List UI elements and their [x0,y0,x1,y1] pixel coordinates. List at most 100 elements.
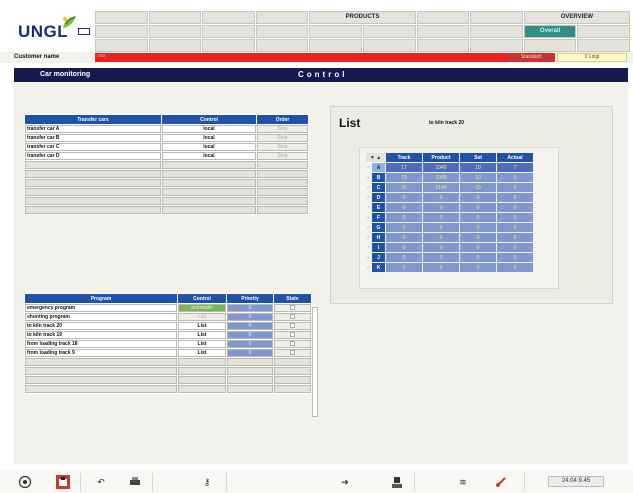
user-field[interactable]: 0 Lingl [557,53,627,62]
header-slot[interactable] [95,39,148,52]
header-slot[interactable] [362,25,416,38]
list-set-cell[interactable]: 0 [460,203,496,212]
control-mode-select[interactable]: local [162,143,256,151]
row-label[interactable]: B [372,173,385,182]
control-mode-select[interactable]: List [178,313,226,321]
state-cell[interactable] [274,340,311,348]
list-track-cell[interactable]: 0 [386,243,422,252]
control-mode-select[interactable]: List [178,349,226,357]
list-product-cell[interactable]: 2149 [423,183,459,192]
sort-up-icon[interactable]: ▲ [376,155,381,161]
row-label[interactable]: I [372,243,385,252]
list-actual-cell[interactable]: 0 [497,263,533,272]
control-mode-select[interactable]: local [162,134,256,142]
list-track-cell[interactable]: 17 [386,163,422,172]
list-set-cell[interactable]: 10 [460,173,496,182]
state-checkbox[interactable] [290,323,295,329]
list-product-cell[interactable]: 0 [423,213,459,222]
undo-icon[interactable]: ↶ [94,475,108,489]
header-slot[interactable] [523,39,577,52]
row-label[interactable]: F [372,213,385,222]
state-cell[interactable] [274,331,311,339]
row-check-icon[interactable]: ✓ [366,223,371,232]
list-product-cell[interactable]: 0 [423,263,459,272]
state-cell[interactable] [274,322,311,330]
header-slot[interactable] [470,39,523,52]
list-product-cell[interactable]: 0 [423,253,459,262]
list-track-cell[interactable]: 0 [386,213,422,222]
state-checkbox[interactable] [290,350,295,356]
header-slot[interactable] [470,11,523,24]
list-product-cell[interactable]: 0 [423,233,459,242]
control-mode-select[interactable]: List [178,340,226,348]
program-scrollbar[interactable] [312,307,318,417]
print-icon[interactable] [128,475,142,489]
header-slot[interactable] [255,25,309,38]
state-checkbox[interactable] [290,305,295,311]
list-product-cell[interactable]: 0 [423,203,459,212]
state-checkbox[interactable] [290,341,295,347]
key-icon[interactable]: ⚷ [200,475,214,489]
list-actual-cell[interactable]: 0 [497,213,533,222]
row-label[interactable]: E [372,203,385,212]
list-actual-cell[interactable]: 0 [497,173,533,182]
alarm-icon[interactable] [56,475,70,489]
list-set-cell[interactable]: 0 [460,223,496,232]
settings-icon[interactable] [494,475,508,489]
header-slot[interactable] [416,11,470,24]
control-mode-select[interactable]: local [162,125,256,133]
header-slot[interactable] [309,39,362,52]
list-set-cell[interactable]: 0 [460,263,496,272]
list-set-cell[interactable]: 0 [460,213,496,222]
row-label[interactable]: G [372,223,385,232]
list-product-cell[interactable]: 1049 [423,163,459,172]
row-check-icon[interactable]: ✓ [366,243,371,252]
header-slot[interactable] [577,39,630,52]
help-icon[interactable] [18,475,32,489]
list-actual-cell[interactable]: 0 [497,183,533,192]
list-actual-cell[interactable]: 0 [497,253,533,262]
control-mode-select[interactable]: automatic [178,304,226,312]
header-slot[interactable] [202,25,255,38]
list-track-cell[interactable]: 0 [386,193,422,202]
sort-controls[interactable]: ▼ ▲ [366,153,385,162]
list-product-cell[interactable]: 0 [423,193,459,202]
control-mode-select[interactable]: List [178,331,226,339]
row-label[interactable]: H [372,233,385,242]
stop-button[interactable]: Stop [257,143,308,151]
header-slot[interactable] [148,25,202,38]
user-icon[interactable] [390,475,404,489]
state-checkbox[interactable] [290,332,295,338]
row-check-icon[interactable]: ✓ [366,163,371,172]
state-checkbox[interactable] [290,314,295,320]
header-slot[interactable] [470,25,523,38]
list-actual-cell[interactable]: 0 [497,233,533,242]
list-track-cell[interactable]: 20 [386,183,422,192]
row-check-icon[interactable]: ✓ [366,233,371,242]
priority-field[interactable]: 0 [227,331,273,339]
list-track-cell[interactable]: 0 [386,253,422,262]
language-icon[interactable]: ≋ [456,475,470,489]
list-set-cell[interactable]: 0 [460,193,496,202]
header-slot[interactable] [95,25,148,38]
list-set-cell[interactable]: 0 [460,253,496,262]
header-slot[interactable] [255,11,309,24]
overall-button[interactable]: Overall [523,25,577,38]
list-actual-cell[interactable]: 0 [497,243,533,252]
list-product-cell[interactable]: 1049 [423,173,459,182]
list-product-cell[interactable]: 0 [423,243,459,252]
priority-field[interactable]: 0 [227,322,273,330]
row-label[interactable]: D [372,193,385,202]
priority-field[interactable]: 0 [227,313,273,321]
row-check-icon[interactable]: ✓ [366,203,371,212]
header-slot[interactable] [577,25,630,38]
exit-icon[interactable]: ➔ [338,475,352,489]
row-label[interactable]: J [372,253,385,262]
row-check-icon[interactable]: ✓ [366,183,371,192]
list-actual-cell[interactable]: 7 [497,163,533,172]
state-cell[interactable] [274,349,311,357]
header-slot[interactable] [148,39,202,52]
list-actual-cell[interactable]: 0 [497,203,533,212]
stop-button[interactable]: Stop [257,152,308,160]
header-slot[interactable] [148,11,202,24]
